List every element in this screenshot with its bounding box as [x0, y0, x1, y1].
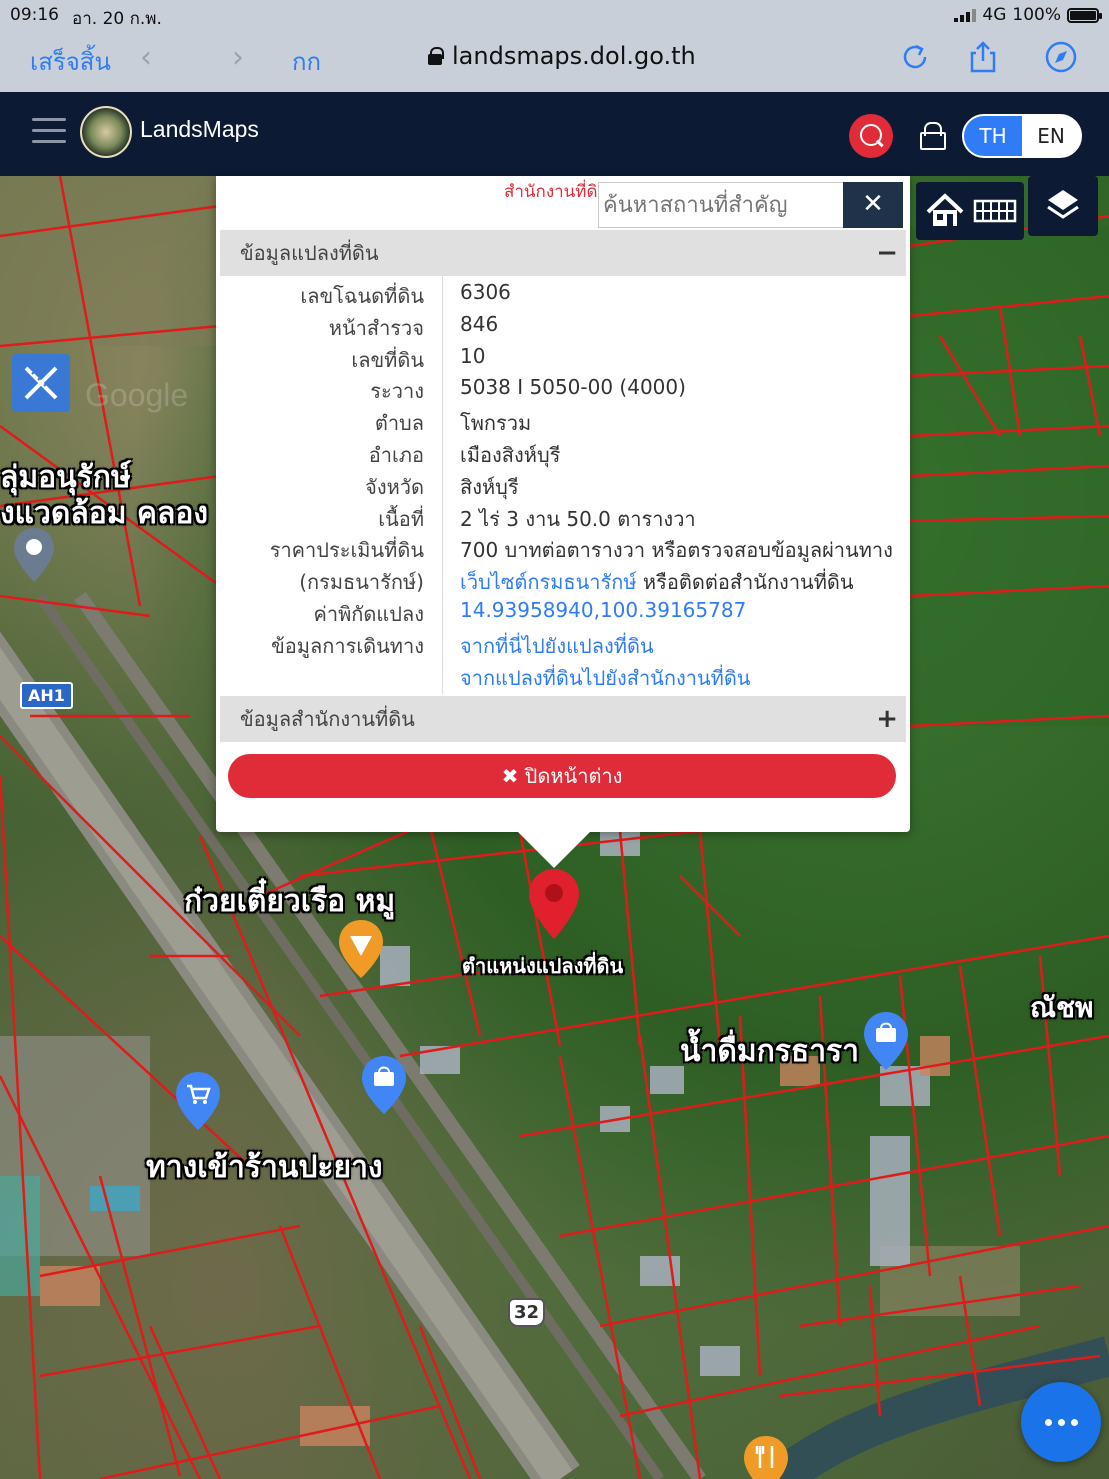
- table-row: ตำบล โพกรวม: [220, 403, 906, 435]
- landsmaps-logo: [80, 106, 132, 158]
- grid-icon: [973, 199, 1017, 223]
- cart-pin-icon[interactable]: [174, 1070, 222, 1132]
- table-row: หน้าสำรวจ 846: [220, 308, 906, 340]
- table-row: ค่าพิกัดแปลง 14.93958940,100.39165787: [220, 594, 906, 626]
- lock-icon: [428, 47, 444, 65]
- measure-icon: [24, 366, 58, 400]
- map-label-right-edge: ณัชพ: [1030, 991, 1094, 1024]
- bag-pin-icon[interactable]: [360, 1054, 408, 1116]
- table-row: (กรมธนารักษ์) เว็บไซต์กรมธนารักษ์ หรือติด…: [220, 562, 906, 594]
- network-type: 4G: [982, 5, 1007, 25]
- app-header: LandsMaps TH EN: [0, 92, 1109, 176]
- table-row: เลขที่ดิน 10: [220, 340, 906, 372]
- table-row: จากแปลงที่ดินไปยังสำนักงานที่ดิน: [220, 658, 906, 690]
- table-row: เนื้อที่ 2 ไร่ 3 งาน 50.0 ตารางวา: [220, 499, 906, 531]
- forward-icon[interactable]: ›: [232, 40, 244, 75]
- expand-icon[interactable]: +: [876, 696, 898, 742]
- layers-button[interactable]: [1028, 176, 1098, 236]
- share-icon[interactable]: [966, 40, 1000, 74]
- field-value: 6306: [460, 280, 511, 304]
- status-right: 4G 100%: [954, 5, 1102, 25]
- done-button[interactable]: เสร็จสิ้น: [30, 42, 111, 81]
- map-label-drinking-water: น้ำดื่มกรธารา: [680, 1034, 860, 1069]
- menu-icon[interactable]: [32, 118, 66, 146]
- browser-toolbar: เสร็จสิ้น ‹ › กก landsmaps.dol.go.th: [0, 28, 1109, 92]
- field-value-rest: หรือติดต่อสำนักงานที่ดิน: [636, 570, 854, 595]
- address-bar[interactable]: landsmaps.dol.go.th: [428, 42, 696, 70]
- url-text: landsmaps.dol.go.th: [452, 42, 696, 70]
- parcel-info-popup: สำนักงานที่ดิน ✕ ข้อมูลแปลงที่ดิน − เลขโ…: [216, 176, 910, 868]
- field-link[interactable]: จากแปลงที่ดินไปยังสำนักงานที่ดิน: [460, 666, 750, 690]
- login-lock-icon[interactable]: [920, 122, 946, 150]
- battery-fill: [1070, 10, 1096, 20]
- highway-shield: AH1: [20, 682, 73, 709]
- lang-en-button[interactable]: EN: [1022, 116, 1080, 156]
- place-search-input[interactable]: [599, 183, 843, 227]
- parcel-marker-icon[interactable]: [526, 866, 582, 942]
- parcel-section-header[interactable]: ข้อมูลแปลงที่ดิน −: [220, 230, 906, 276]
- close-window-button[interactable]: ✖ ปิดหน้าต่าง: [228, 754, 896, 798]
- field-value: 5038 I 5050-00 (4000): [460, 375, 686, 400]
- battery-percent: 100%: [1012, 5, 1061, 25]
- table-row: จังหวัด สิงห์บุรี: [220, 467, 906, 499]
- measure-button[interactable]: [12, 354, 70, 412]
- field-value: 10: [460, 343, 486, 368]
- food-pin-icon[interactable]: [336, 918, 386, 980]
- field-link[interactable]: เว็บไซต์กรมธนารักษ์: [460, 570, 637, 594]
- office-section-title: ข้อมูลสำนักงานที่ดิน: [240, 707, 415, 731]
- field-value: 14.93958940,100.39165787: [460, 598, 746, 622]
- place-search-box[interactable]: [598, 182, 844, 228]
- reload-icon[interactable]: [898, 40, 932, 74]
- text-size-button[interactable]: กก: [292, 42, 321, 81]
- field-link[interactable]: 14.93958940,100.39165787: [460, 598, 746, 622]
- parcel-details-table: เลขโฉนดที่ดิน 6306 หน้าสำรวจ 846 เลขที่ดิน 10…: [220, 276, 906, 694]
- map-watermark: Google: [85, 377, 188, 413]
- clock: 09:16: [10, 5, 59, 25]
- restaurant-pin-icon[interactable]: [742, 1434, 790, 1479]
- language-toggle: TH EN: [962, 114, 1082, 158]
- collapse-icon[interactable]: −: [876, 230, 898, 276]
- location-pin-icon[interactable]: [12, 526, 56, 586]
- shop-pin-icon[interactable]: [862, 1010, 910, 1072]
- office-section-header[interactable]: ข้อมูลสำนักงานที่ดิน +: [220, 696, 906, 742]
- compass-icon[interactable]: [1044, 40, 1078, 74]
- table-row: ข้อมูลการเดินทาง จากที่นี่ไปยังแปลงที่ดิน: [220, 626, 906, 658]
- popup-pointer: [516, 830, 592, 868]
- table-row: ระวาง 5038 I 5050-00 (4000): [220, 371, 906, 403]
- status-bar: 09:16 อา. 20 ก.พ. 4G 100%: [0, 0, 1109, 29]
- field-link[interactable]: จากที่นี่ไปยังแปลงที่ดิน: [460, 634, 654, 658]
- search-icon[interactable]: [849, 114, 893, 158]
- table-row: ราคาประเมินที่ดิน 700 บาทต่อตารางวา หรือต…: [220, 530, 906, 562]
- field-value: 846: [460, 311, 499, 336]
- battery-icon: [1067, 7, 1102, 23]
- grid-button[interactable]: [966, 182, 1024, 240]
- field-value: จากแปลงที่ดินไปยังสำนักงานที่ดิน: [460, 662, 750, 694]
- parcel-section-title: ข้อมูลแปลงที่ดิน: [240, 241, 379, 265]
- office-link-fragment[interactable]: สำนักงานที่ดิน: [504, 178, 609, 205]
- layers-icon: [1047, 190, 1079, 219]
- clear-search-button[interactable]: ✕: [843, 182, 903, 228]
- map-label-entrance: ทางเข้าร้านปะยาง: [146, 1150, 383, 1185]
- table-row: อำเภอ เมืองสิงห์บุรี: [220, 435, 906, 467]
- back-icon[interactable]: ‹: [140, 40, 152, 75]
- route-shield: 32: [508, 1298, 546, 1327]
- lang-th-button[interactable]: TH: [964, 116, 1022, 156]
- more-options-button[interactable]: [1021, 1382, 1101, 1462]
- parcel-marker-label: ตำแหน่งแปลงที่ดิน: [462, 954, 624, 978]
- table-row: เลขโฉนดที่ดิน 6306: [220, 276, 906, 308]
- signal-icon: [954, 8, 977, 22]
- brand-name: LandsMaps: [140, 116, 259, 142]
